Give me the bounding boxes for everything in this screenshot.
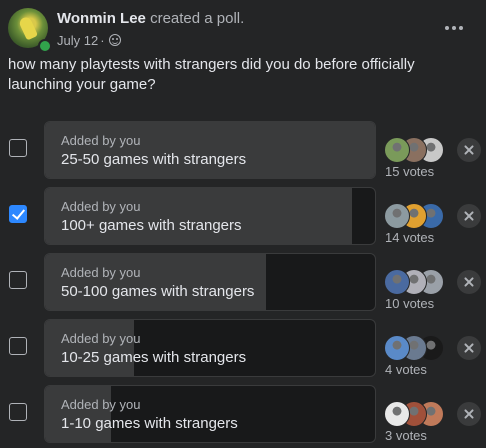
poll-option-bar[interactable]: Added by you 50-100 games with strangers xyxy=(44,253,376,311)
post-meta: July 12 · xyxy=(57,33,121,48)
option-added-by: Added by you xyxy=(61,397,141,412)
option-added-by: Added by you xyxy=(61,199,141,214)
post-action-text: created a poll. xyxy=(150,10,245,27)
poll-checkbox-checked[interactable] xyxy=(9,205,27,223)
poll-question: how many playtests with strangers did yo… xyxy=(8,56,415,93)
poll-option-bar[interactable]: Added by you 1-10 games with strangers xyxy=(44,385,376,443)
remove-option-button[interactable] xyxy=(457,270,481,294)
poll-option: Added by you 1-10 games with strangers 3 v… xyxy=(0,385,486,443)
option-added-by: Added by you xyxy=(61,331,141,346)
vote-count[interactable]: 4 votes xyxy=(385,362,427,377)
voter-avatars[interactable] xyxy=(384,335,450,361)
vote-count[interactable]: 10 votes xyxy=(385,296,434,311)
remove-option-button[interactable] xyxy=(457,336,481,360)
option-label: 25-50 games with strangers xyxy=(61,151,247,168)
poll-option-bar[interactable]: Added by you 100+ games with strangers xyxy=(44,187,376,245)
vote-progress-fill xyxy=(45,122,375,178)
post-date[interactable]: July 12 xyxy=(57,33,98,48)
remove-option-button[interactable] xyxy=(457,138,481,162)
poll-option: Added by you 100+ games with strangers 14 … xyxy=(0,187,486,245)
remove-option-button[interactable] xyxy=(457,402,481,426)
voter-avatars[interactable] xyxy=(384,137,450,163)
vote-progress-fill xyxy=(45,320,134,376)
voter-avatars[interactable] xyxy=(384,401,450,427)
poll-option: Added by you 50-100 games with strangers 1… xyxy=(0,253,486,311)
voter-avatar[interactable] xyxy=(384,401,410,427)
poll-option: Added by you 10-25 games with strangers 4 … xyxy=(0,319,486,377)
online-status-indicator xyxy=(38,39,52,53)
globe-icon[interactable] xyxy=(108,34,121,46)
more-options-icon xyxy=(445,26,449,30)
voter-avatar[interactable] xyxy=(384,269,410,295)
meta-separator: · xyxy=(100,33,105,48)
vote-progress-fill xyxy=(45,188,352,244)
voter-avatars[interactable] xyxy=(384,203,450,229)
poll-checkbox[interactable] xyxy=(9,271,27,289)
vote-count[interactable]: 3 votes xyxy=(385,428,427,443)
avatar-figure xyxy=(17,15,39,41)
option-added-by: Added by you xyxy=(61,265,141,280)
voter-avatar[interactable] xyxy=(384,137,410,163)
poll-option-bar[interactable]: Added by you 25-50 games with strangers xyxy=(44,121,376,179)
poll-checkbox[interactable] xyxy=(9,403,27,421)
vote-progress-fill xyxy=(45,386,111,442)
voter-avatar[interactable] xyxy=(384,203,410,229)
poll-option: Added by you 25-50 games with strangers 15… xyxy=(0,121,486,179)
remove-option-button[interactable] xyxy=(457,204,481,228)
vote-count[interactable]: 15 votes xyxy=(385,164,434,179)
poll-option-bar[interactable]: Added by you 10-25 games with strangers xyxy=(44,319,376,377)
option-label: 10-25 games with strangers xyxy=(61,349,247,366)
option-label: 50-100 games with strangers xyxy=(61,283,255,300)
option-label: 100+ games with strangers xyxy=(61,217,242,234)
vote-count[interactable]: 14 votes xyxy=(385,230,434,245)
option-label: 1-10 games with strangers xyxy=(61,415,238,432)
option-added-by: Added by you xyxy=(61,133,141,148)
more-options-button[interactable] xyxy=(440,18,468,38)
post-header: Wonmin Lee created a poll. July 12 · xyxy=(8,6,478,53)
voter-avatar[interactable] xyxy=(384,335,410,361)
poll-checkbox[interactable] xyxy=(9,139,27,157)
author-line: Wonmin Lee created a poll. xyxy=(57,10,244,27)
voter-avatars[interactable] xyxy=(384,269,450,295)
poll-checkbox[interactable] xyxy=(9,337,27,355)
author-name[interactable]: Wonmin Lee xyxy=(57,10,146,27)
vote-progress-fill xyxy=(45,254,266,310)
